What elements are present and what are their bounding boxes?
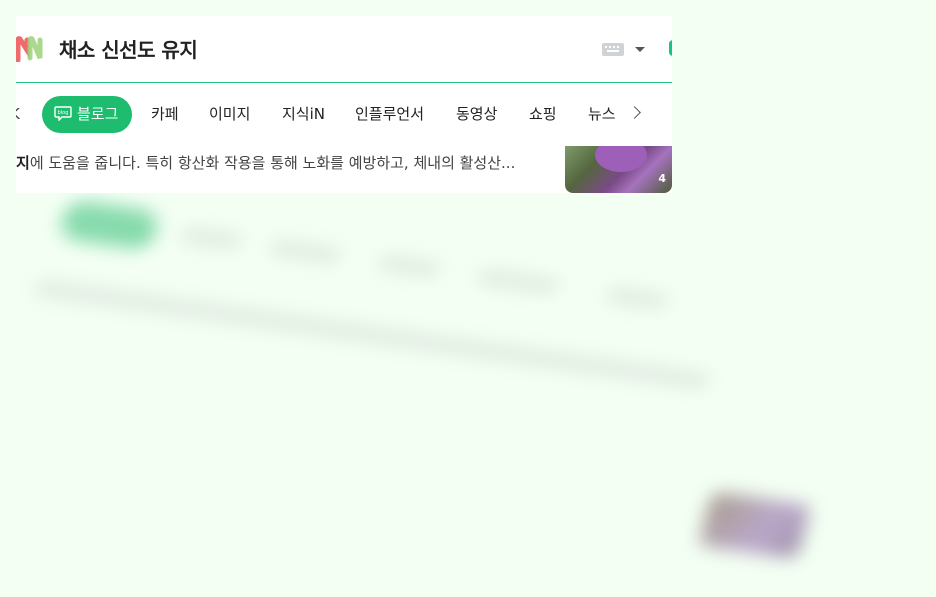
naver-logo-icon[interactable] [16, 36, 44, 62]
search-query-title[interactable]: 채소 신선도 유지 [59, 34, 198, 63]
ghost-image [698, 491, 811, 560]
ghost-pill [57, 198, 162, 252]
tab-blog-label: 블로그 [77, 105, 119, 123]
ghost-bar [476, 269, 560, 294]
tab-partial[interactable]: K [16, 96, 20, 133]
search-header: 채소 신선도 유지 [16, 16, 672, 82]
svg-text:blog: blog [58, 110, 69, 116]
snippet-highlight: 지 [16, 154, 30, 172]
caret-down-icon[interactable] [635, 47, 645, 52]
header-divider [16, 82, 672, 83]
ghost-bar [268, 239, 342, 264]
search-tabs: K blog 블로그 카페 이미지 지식iN 인플루언서 동영상 쇼핑 뉴스 [16, 96, 672, 134]
search-button-edge[interactable] [669, 40, 672, 56]
result-thumbnail[interactable]: 4 [565, 146, 672, 193]
tab-cafe[interactable]: 카페 [151, 96, 179, 133]
thumbnail-image [595, 146, 647, 172]
result-snippet[interactable]: 지에 도움을 줍니다. 특히 항산화 작용을 통해 노화를 예방하고, 체내의 … [16, 152, 556, 173]
tab-influencer[interactable]: 인플루언서 [355, 96, 424, 133]
tab-blog[interactable]: blog 블로그 [42, 96, 132, 133]
tab-kin[interactable]: 지식iN [282, 96, 325, 133]
thumbnail-count-badge: 4 [658, 172, 666, 185]
ghost-bar [179, 227, 243, 250]
tab-shopping[interactable]: 쇼핑 [529, 96, 557, 133]
blurred-background [0, 185, 892, 597]
keyboard-icon[interactable] [602, 43, 624, 56]
tab-images[interactable]: 이미지 [209, 96, 250, 133]
snippet-text: 에 도움을 줍니다. 특히 항산화 작용을 통해 노화를 예방하고, 체내의 활… [29, 154, 516, 172]
ghost-bar [377, 255, 441, 278]
ghost-bar [605, 287, 669, 310]
tab-video[interactable]: 동영상 [456, 96, 497, 133]
blog-icon: blog [54, 106, 72, 121]
search-result-card: 채소 신선도 유지 K blog 블로그 카페 이미지 지식iN 인플루언서 동… [16, 16, 672, 193]
chevron-right-icon[interactable] [628, 106, 641, 119]
tab-news[interactable]: 뉴스 [588, 96, 616, 133]
